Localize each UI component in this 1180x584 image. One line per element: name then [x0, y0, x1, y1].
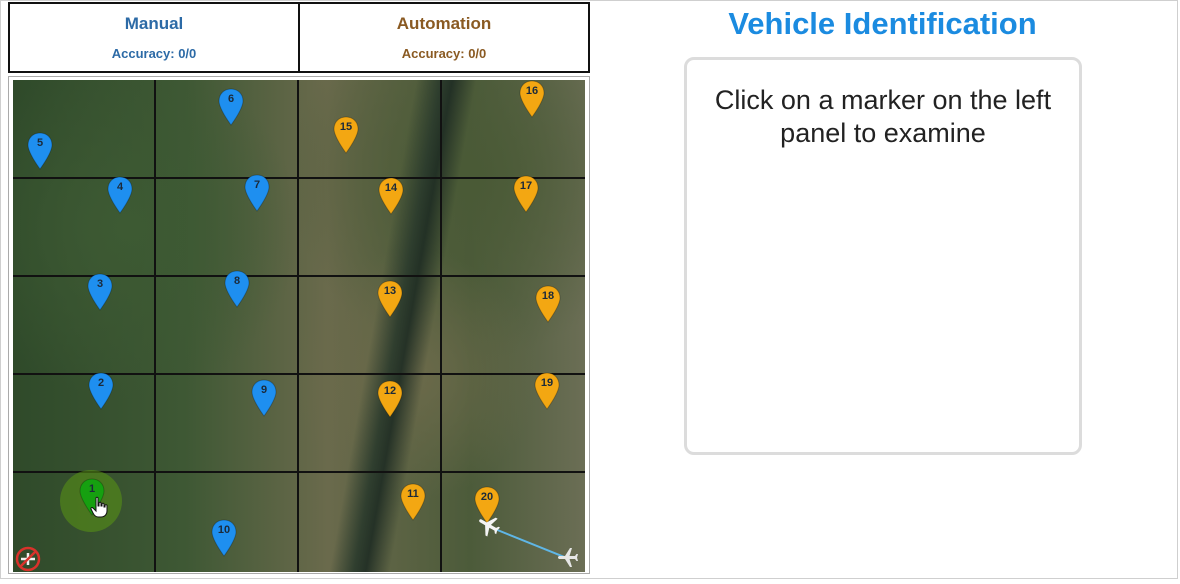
marker-number: 5 [36, 137, 44, 149]
grid-line [297, 80, 299, 572]
airplane-icon[interactable] [476, 512, 502, 538]
marker-number: 15 [339, 121, 353, 133]
tab-manual[interactable]: Manual Accuracy: 0/0 [8, 2, 300, 73]
marker-number: 8 [233, 275, 241, 287]
tab-manual-label: Manual [124, 14, 184, 33]
map-pin-icon[interactable]: 5 [27, 132, 53, 170]
marker-number: 20 [480, 491, 494, 503]
grid-line [154, 80, 156, 572]
marker-number: 6 [227, 93, 235, 105]
hand-pointer-icon [90, 496, 108, 518]
satellite-map[interactable]: 1 2 3 4 5 6 7 8 9 10 11 12 13 14 15 16 1… [13, 80, 585, 572]
map-pin-icon[interactable]: 3 [87, 273, 113, 311]
map-pin-icon[interactable]: 16 [519, 80, 545, 118]
grid-line [440, 80, 442, 572]
map-pin-icon[interactable]: 14 [378, 177, 404, 215]
map-pin-icon[interactable]: 7 [244, 174, 270, 212]
instruction-text: Click on a marker on the left panel to e… [714, 85, 1052, 148]
marker-number: 19 [540, 377, 554, 389]
marker-number: 9 [260, 384, 268, 396]
marker-number: 14 [384, 182, 398, 194]
marker-number: 2 [97, 377, 105, 389]
no-airplane-icon[interactable] [15, 546, 41, 572]
marker-number: 7 [253, 179, 261, 191]
map-pin-icon[interactable]: 19 [534, 372, 560, 410]
page-title: Vehicle Identification [728, 6, 1037, 41]
map-panel: 1 2 3 4 5 6 7 8 9 10 11 12 13 14 15 16 1… [8, 76, 590, 574]
examine-panel: Click on a marker on the left panel to e… [684, 57, 1082, 455]
marker-number: 11 [407, 488, 419, 500]
map-pin-icon[interactable]: 15 [333, 116, 359, 154]
tab-automation-accuracy: Accuracy: 0/0 [401, 46, 487, 61]
marker-number: 17 [519, 180, 533, 192]
map-pin-icon[interactable]: 6 [218, 88, 244, 126]
marker-number: 3 [96, 278, 104, 290]
airplane-icon[interactable] [556, 545, 580, 569]
marker-number: 12 [383, 385, 397, 397]
map-pin-icon[interactable]: 9 [251, 379, 277, 417]
tab-manual-accuracy: Accuracy: 0/0 [111, 46, 197, 61]
mode-tabs: Manual Accuracy: 0/0 Automation Accuracy… [8, 2, 590, 73]
marker-number: 10 [217, 524, 231, 536]
map-pin-icon[interactable]: 13 [377, 280, 403, 318]
map-pin-icon[interactable]: 17 [513, 175, 539, 213]
map-pin-icon[interactable]: 2 [88, 372, 114, 410]
map-pin-icon[interactable]: 11 [400, 483, 426, 521]
map-pin-icon[interactable]: 10 [211, 519, 237, 557]
map-pin-icon[interactable]: 4 [107, 176, 133, 214]
grid-line [13, 177, 585, 179]
marker-number: 1 [88, 483, 96, 495]
marker-number: 4 [116, 181, 124, 193]
map-pin-icon[interactable]: 12 [377, 380, 403, 418]
marker-number: 16 [525, 85, 539, 97]
map-pin-icon[interactable]: 8 [224, 270, 250, 308]
map-pin-icon[interactable]: 18 [535, 285, 561, 323]
marker-number: 18 [541, 290, 555, 302]
tab-automation-label: Automation [396, 14, 492, 33]
tab-automation[interactable]: Automation Accuracy: 0/0 [300, 2, 590, 73]
marker-number: 13 [383, 285, 397, 297]
